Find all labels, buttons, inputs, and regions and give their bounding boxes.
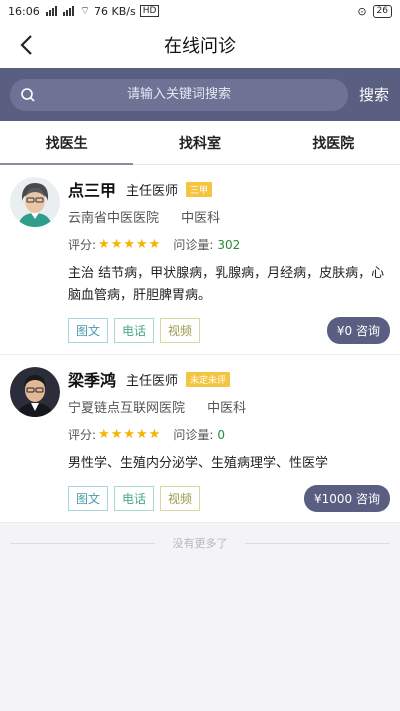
service-video-button[interactable]: 视频	[160, 318, 201, 343]
star-icon: ★	[98, 237, 110, 252]
hospital-level-badge: 未定未评	[186, 371, 231, 387]
rating-label: 评分:	[68, 238, 97, 252]
doctor-hospital: 云南省中医医院	[68, 211, 160, 226]
star-icon: ★	[98, 427, 110, 442]
signal-icon-2	[62, 6, 74, 16]
search-button[interactable]: 搜索	[358, 84, 390, 105]
rating-stars: ★ ★ ★ ★ ★	[98, 237, 161, 252]
doctor-description: 主治 结节病，甲状腺病，乳腺病，月经病，皮肤病，心脑血管病，肝胆脾胃病。	[68, 266, 385, 303]
tab-find-department[interactable]: 找科室	[133, 121, 266, 164]
star-icon: ★	[123, 237, 136, 252]
tab-find-doctor[interactable]: 找医生	[0, 121, 134, 165]
star-icon: ★	[136, 237, 148, 252]
search-input[interactable]	[10, 78, 348, 111]
doctor-description: 男性学、生殖内分泌学、生殖病理学、性医学	[68, 456, 329, 471]
avatar	[10, 177, 60, 227]
service-video-button[interactable]: 视频	[160, 486, 201, 511]
star-icon: ★	[136, 427, 148, 442]
back-button[interactable]	[14, 33, 38, 57]
star-icon: ★	[148, 427, 161, 442]
service-phone-button[interactable]: 电话	[114, 318, 155, 343]
doctor-title: 主任医师	[126, 373, 179, 389]
battery-icon: 26	[372, 4, 392, 18]
service-text-button[interactable]: 图文	[68, 318, 109, 343]
no-more-divider: 没有更多了	[0, 523, 400, 563]
doctor-list: 点三甲 主任医师 三甲 云南省中医医院 中医科 评分: ★ ★ ★ ★ ★ 问诊…	[0, 165, 400, 523]
consult-button[interactable]: ¥0 咨询	[326, 317, 390, 344]
tab-find-hospital[interactable]: 找医院	[267, 121, 400, 164]
hospital-level-badge: 三甲	[186, 181, 213, 197]
service-phone-button[interactable]: 电话	[114, 486, 155, 511]
hd-icon: HD	[139, 5, 160, 17]
visit-label: 问诊量:	[173, 238, 214, 252]
star-icon: ★	[110, 237, 123, 252]
visit-label: 问诊量:	[173, 428, 214, 442]
doctor-name: 梁季鸿	[68, 371, 117, 390]
network-speed: 76 KB/s	[94, 4, 136, 18]
status-time: 16:06	[8, 4, 40, 18]
doctor-department: 中医科	[207, 401, 247, 416]
star-icon: ★	[123, 427, 136, 442]
page-title: 在线问诊	[164, 36, 236, 57]
avatar	[10, 367, 60, 417]
doctor-title: 主任医师	[126, 183, 179, 199]
status-bar: 16:06 ⌔ 76 KB/s HD ⊙ 26	[0, 0, 400, 22]
star-icon: ★	[148, 237, 161, 252]
search-bar: 搜索	[0, 68, 400, 121]
no-more-text: 没有更多了	[164, 535, 236, 551]
doctor-card[interactable]: 点三甲 主任医师 三甲 云南省中医医院 中医科 评分: ★ ★ ★ ★ ★ 问诊…	[0, 165, 400, 355]
wifi-icon: ⌔	[79, 4, 91, 17]
chevron-left-icon	[20, 35, 32, 55]
divider-line	[10, 543, 155, 544]
search-field[interactable]	[10, 78, 348, 111]
star-icon: ★	[110, 427, 123, 442]
tab-bar: 找医生 找科室 找医院	[0, 121, 400, 165]
search-icon	[21, 87, 35, 102]
rating-stars: ★ ★ ★ ★ ★	[98, 427, 161, 442]
divider-line	[245, 543, 390, 544]
visit-count: 302	[217, 237, 241, 252]
doctor-name: 点三甲	[68, 181, 117, 200]
nav-bar: 在线问诊	[0, 22, 400, 68]
signal-icon	[45, 6, 57, 16]
doctor-hospital: 宁夏链点互联网医院	[68, 401, 186, 416]
consult-button[interactable]: ¥1000 咨询	[304, 485, 390, 512]
visit-count: 0	[217, 427, 226, 442]
rating-label: 评分:	[68, 428, 97, 442]
alarm-icon: ⊙	[357, 4, 367, 18]
doctor-department: 中医科	[181, 211, 221, 226]
doctor-card[interactable]: 梁季鸿 主任医师 未定未评 宁夏链点互联网医院 中医科 评分: ★ ★ ★ ★ …	[0, 355, 400, 523]
service-text-button[interactable]: 图文	[68, 486, 109, 511]
